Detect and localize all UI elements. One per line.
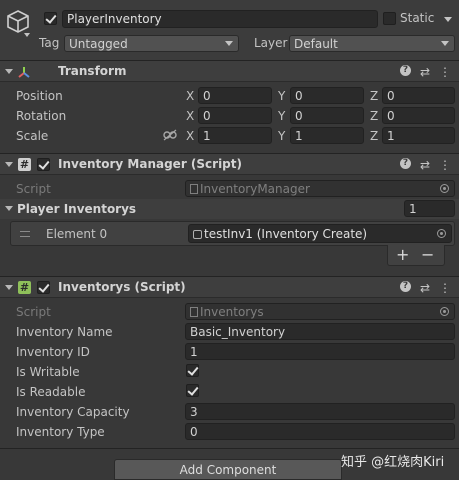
presets-icon[interactable]: ⇄ [420, 65, 430, 79]
im-script-value: InventoryManager [200, 182, 310, 196]
presets-icon[interactable]: ⇄ [420, 281, 430, 295]
position-y-field[interactable]: 0 [290, 87, 364, 104]
tag-label: Tag [39, 36, 60, 50]
object-picker-icon[interactable] [437, 229, 446, 238]
layer-label: Layer [254, 36, 288, 50]
inventory-name-label: Inventory Name [16, 325, 113, 339]
position-label: Position [16, 89, 63, 103]
more-icon[interactable]: ⋮ [439, 158, 451, 172]
inventory-manager-header[interactable]: # Inventory Manager (Script) ? ⇄ ⋮ [0, 153, 459, 175]
inventory-id-field[interactable]: 1 [185, 343, 455, 360]
tag-dropdown[interactable]: Untagged [64, 35, 239, 52]
element-0-label: Element 0 [46, 227, 108, 241]
transform-title: Transform [58, 64, 127, 78]
static-label: Static [400, 11, 435, 25]
fold-arrow-icon[interactable] [5, 69, 13, 74]
watermark-text: 知乎 @红烧肉Kiri [341, 455, 445, 470]
help-icon[interactable]: ? [399, 158, 411, 169]
position-z-label[interactable]: Z [370, 89, 378, 103]
presets-icon[interactable]: ⇄ [420, 158, 430, 172]
script-hash-icon: # [18, 281, 31, 294]
tag-value: Untagged [69, 37, 128, 51]
help-icon[interactable]: ? [399, 65, 411, 76]
footer-separator [0, 448, 459, 449]
position-x-label[interactable]: X [186, 89, 194, 103]
scale-z-label[interactable]: Z [370, 129, 378, 143]
inventory-type-field[interactable]: 0 [185, 423, 455, 440]
scale-x-label[interactable]: X [186, 129, 194, 143]
position-y-label[interactable]: Y [278, 89, 285, 103]
add-element-button[interactable]: + [396, 245, 409, 264]
static-dropdown-arrow-icon[interactable] [444, 17, 452, 22]
object-name-field[interactable]: PlayerInventory [62, 10, 378, 28]
rotation-x-field[interactable]: 0 [198, 107, 272, 124]
list-fold-arrow-icon[interactable] [5, 206, 13, 211]
fold-arrow-icon[interactable] [5, 162, 13, 167]
rotation-z-field[interactable]: 0 [382, 107, 455, 124]
scale-y-label[interactable]: Y [278, 129, 285, 143]
inventory-type-label: Inventory Type [16, 425, 105, 439]
inventory-manager-enabled-checkbox[interactable] [37, 158, 50, 171]
chevron-down-icon [441, 41, 449, 46]
more-icon[interactable]: ⋮ [439, 281, 451, 295]
chevron-down-icon [225, 41, 233, 46]
scale-label: Scale [16, 129, 49, 143]
element-0-value: testInv1 (Inventory Create) [204, 227, 368, 241]
scriptable-object-icon [193, 230, 202, 239]
inv-script-label: Script [16, 305, 51, 319]
inventory-capacity-label: Inventory Capacity [16, 405, 130, 419]
script-hash-icon: # [18, 158, 31, 171]
rotation-y-field[interactable]: 0 [290, 107, 364, 124]
scale-y-field[interactable]: 1 [290, 127, 364, 144]
script-file-icon [190, 184, 198, 194]
drag-handle-icon[interactable] [20, 231, 30, 237]
fold-arrow-icon[interactable] [5, 285, 13, 290]
position-z-field[interactable]: 0 [382, 87, 455, 104]
add-component-button[interactable]: Add Component [114, 459, 342, 480]
inventorys-header[interactable]: # Inventorys (Script) ? ⇄ ⋮ [0, 276, 459, 298]
inv-script-field: Inventorys [185, 303, 455, 320]
layer-dropdown[interactable]: Default [289, 35, 455, 52]
inventory-id-label: Inventory ID [16, 345, 90, 359]
icon-dropdown-arrow-icon[interactable] [24, 33, 30, 37]
is-readable-checkbox[interactable] [186, 384, 199, 397]
list-size-field[interactable]: 1 [404, 200, 455, 217]
object-picker-icon[interactable] [440, 184, 449, 193]
inv-script-value: Inventorys [200, 305, 264, 319]
is-writable-checkbox[interactable] [186, 364, 199, 377]
inventory-name-field[interactable]: Basic_Inventory [185, 323, 455, 340]
scale-x-field[interactable]: 1 [198, 127, 272, 144]
inventorys-title: Inventorys (Script) [58, 280, 186, 294]
is-writable-label: Is Writable [16, 365, 80, 379]
transform-header[interactable]: Transform ? ⇄ ⋮ [0, 60, 459, 82]
constrain-proportions-link-icon[interactable] [163, 129, 177, 141]
inventorys-enabled-checkbox[interactable] [37, 281, 50, 294]
rotation-z-label[interactable]: Z [370, 109, 378, 123]
help-icon[interactable]: ? [399, 281, 411, 292]
player-inventorys-label: Player Inventorys [17, 202, 137, 216]
rotation-label: Rotation [16, 109, 67, 123]
script-file-icon [190, 307, 198, 317]
is-readable-label: Is Readable [16, 385, 86, 399]
element-0-field[interactable]: testInv1 (Inventory Create) [188, 224, 452, 243]
layer-value: Default [294, 37, 338, 51]
remove-element-button[interactable]: − [421, 245, 434, 264]
more-icon[interactable]: ⋮ [439, 65, 451, 79]
active-checkbox[interactable] [44, 12, 57, 25]
transform-axes-icon [18, 67, 30, 78]
im-script-label: Script [16, 182, 51, 196]
object-picker-icon[interactable] [440, 307, 449, 316]
rotation-x-label[interactable]: X [186, 109, 194, 123]
inventory-manager-title: Inventory Manager (Script) [58, 157, 242, 171]
position-x-field[interactable]: 0 [198, 87, 272, 104]
scale-z-field[interactable]: 1 [382, 127, 455, 144]
static-checkbox[interactable] [383, 12, 396, 25]
im-script-field: InventoryManager [185, 180, 455, 197]
inventory-capacity-field[interactable]: 3 [185, 403, 455, 420]
rotation-y-label[interactable]: Y [278, 109, 285, 123]
